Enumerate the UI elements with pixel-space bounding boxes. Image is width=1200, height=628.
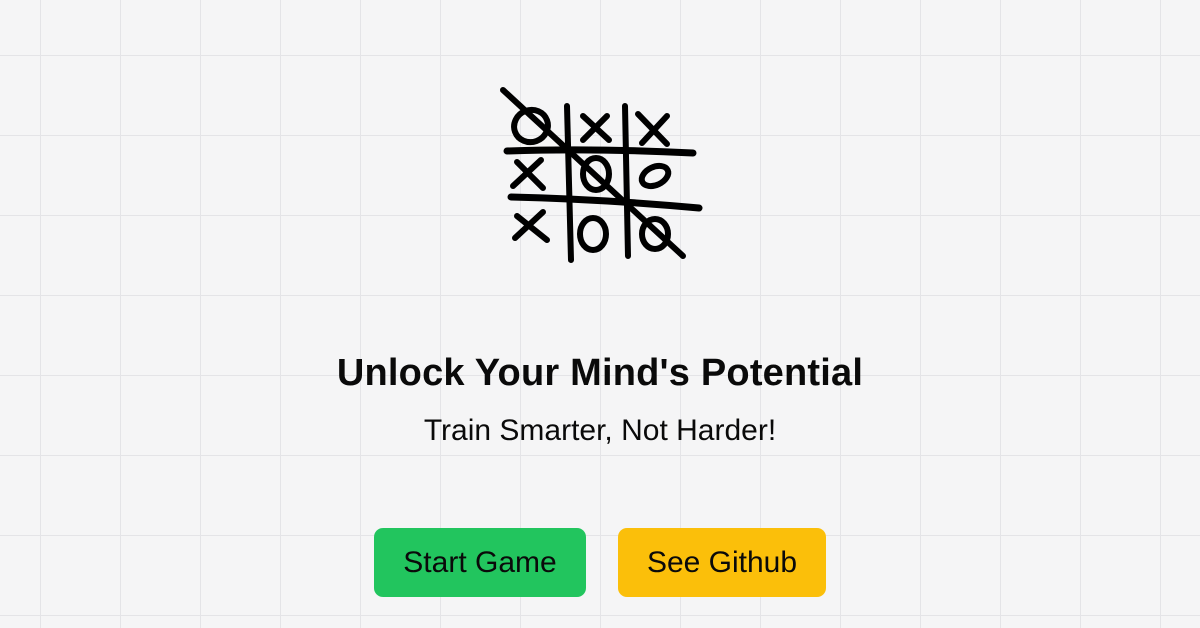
- start-game-label: Start Game: [403, 545, 557, 579]
- tic-tac-toe-icon: [495, 82, 705, 267]
- page-title: Unlock Your Mind's Potential: [336, 352, 864, 394]
- start-game-button[interactable]: Start Game: [374, 528, 586, 597]
- page-subtitle: Train Smarter, Not Harder!: [423, 414, 777, 447]
- see-github-label: See Github: [646, 545, 798, 579]
- see-github-button[interactable]: See Github: [618, 528, 826, 597]
